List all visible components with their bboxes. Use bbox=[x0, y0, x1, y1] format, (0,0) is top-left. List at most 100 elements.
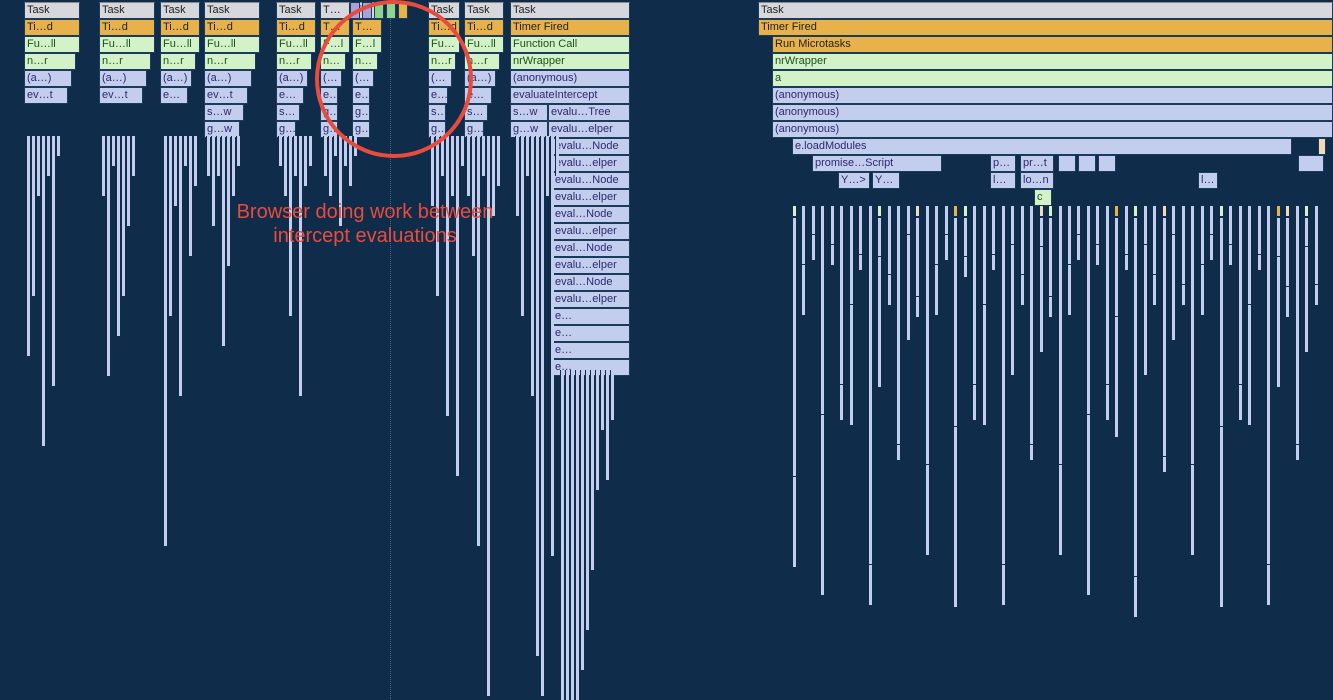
frame[interactable]: evalu…elper bbox=[552, 223, 630, 240]
frame[interactable]: (a…) bbox=[428, 70, 452, 87]
frame[interactable]: e… bbox=[320, 87, 338, 104]
frame[interactable]: evalu…elper bbox=[552, 257, 630, 274]
frame[interactable]: l… bbox=[990, 172, 1016, 189]
frame[interactable]: Ti…d bbox=[99, 19, 155, 36]
frame[interactable]: ev…t bbox=[99, 87, 143, 104]
frame[interactable]: evalu…Node bbox=[552, 138, 630, 155]
frame[interactable]: (a…) bbox=[464, 70, 496, 87]
frame[interactable]: s…w bbox=[464, 104, 488, 121]
frame[interactable]: s…w bbox=[204, 104, 244, 121]
frame[interactable]: Run Microtasks bbox=[772, 36, 1333, 53]
frame[interactable]: Task bbox=[276, 2, 316, 19]
frame[interactable]: e… bbox=[552, 325, 630, 342]
flame-stack-2[interactable]: TaskTi…dFu…lln…r(a…)ev…t bbox=[160, 2, 200, 104]
frame[interactable]: s…w bbox=[510, 104, 548, 121]
frame[interactable]: n… bbox=[320, 53, 346, 70]
frame[interactable]: n…r bbox=[204, 53, 256, 70]
frame[interactable]: (anonymous) bbox=[772, 121, 1333, 138]
frame[interactable]: eval…Node bbox=[552, 240, 630, 257]
flame-stack-8[interactable]: TaskTi…dFu…lln…r(a…)ev…ts…wg…w bbox=[464, 2, 504, 138]
frame[interactable] bbox=[1058, 155, 1076, 172]
frame[interactable]: Y…> bbox=[838, 172, 870, 189]
frame[interactable]: (a…) bbox=[276, 70, 308, 87]
frame[interactable]: (a…) bbox=[24, 70, 72, 87]
frame[interactable] bbox=[1078, 155, 1096, 172]
frame[interactable] bbox=[1098, 155, 1116, 172]
frame[interactable]: Fu…ll bbox=[428, 36, 460, 53]
frame[interactable]: Task bbox=[24, 2, 80, 19]
frame[interactable]: lo…n bbox=[1020, 172, 1054, 189]
frame[interactable]: T… bbox=[320, 19, 350, 36]
frame[interactable]: Ti…d bbox=[204, 19, 260, 36]
frame[interactable]: n…r bbox=[160, 53, 196, 70]
frame[interactable]: ev…t bbox=[276, 87, 304, 104]
frame[interactable]: (… bbox=[352, 70, 374, 87]
frame[interactable]: n…r bbox=[99, 53, 151, 70]
flame-stack-7[interactable]: TaskTi…dFu…lln…r(a…)ev…ts…wg…w bbox=[428, 2, 460, 138]
frame[interactable]: p… bbox=[990, 155, 1016, 172]
frame[interactable]: ev…t bbox=[204, 87, 248, 104]
frame[interactable]: Fu…ll bbox=[276, 36, 316, 53]
frame[interactable]: g… bbox=[352, 104, 370, 121]
frame[interactable]: a bbox=[772, 70, 1333, 87]
frame[interactable]: Fu…ll bbox=[99, 36, 155, 53]
frame[interactable]: evalu…elper bbox=[552, 189, 630, 206]
frame[interactable]: F…l bbox=[320, 36, 350, 53]
frame[interactable]: ev…t bbox=[464, 87, 492, 104]
frame[interactable]: n…r bbox=[276, 53, 312, 70]
frame[interactable]: Fu…ll bbox=[160, 36, 200, 53]
flame-stack-5[interactable]: T…T…F…ln…(…e…g…g… bbox=[320, 2, 350, 138]
frame[interactable] bbox=[1298, 155, 1324, 172]
frame[interactable]: Ti…d bbox=[428, 19, 460, 36]
frame[interactable]: (… bbox=[320, 70, 342, 87]
flame-stack-4[interactable]: TaskTi…dFu…lln…r(a…)ev…ts…wg…w bbox=[276, 2, 316, 138]
frame[interactable]: Fu…ll bbox=[464, 36, 504, 53]
frame[interactable]: eval…Node bbox=[552, 206, 630, 223]
frame[interactable]: c bbox=[1034, 189, 1052, 206]
frame[interactable]: n… bbox=[352, 53, 378, 70]
frame[interactable]: pr…t bbox=[1020, 155, 1054, 172]
frame[interactable]: Task bbox=[204, 2, 260, 19]
flame-stack-3[interactable]: TaskTi…dFu…lln…r(a…)ev…ts…wg…w bbox=[204, 2, 260, 138]
frame[interactable]: evalu…elper bbox=[552, 155, 630, 172]
frame[interactable]: promise…Script bbox=[812, 155, 942, 172]
frame[interactable]: e.loadModules bbox=[792, 138, 1292, 155]
frame[interactable]: Ti…d bbox=[464, 19, 504, 36]
frame[interactable]: e… bbox=[552, 342, 630, 359]
frame[interactable]: (a…) bbox=[99, 70, 147, 87]
frame[interactable]: Fu…ll bbox=[204, 36, 260, 53]
flame-stack-0[interactable]: TaskTi…dFu…lln…r(a…)ev…t bbox=[24, 2, 80, 104]
frame[interactable]: evaluateIntercept bbox=[510, 87, 630, 104]
frame[interactable]: n…r bbox=[24, 53, 76, 70]
frame[interactable]: T… bbox=[320, 2, 350, 19]
frame[interactable]: g… bbox=[320, 104, 338, 121]
frame[interactable]: evalu…elper bbox=[548, 121, 630, 138]
frame[interactable]: ev…t bbox=[160, 87, 188, 104]
frame[interactable]: e… bbox=[552, 308, 630, 325]
frame[interactable]: s…w bbox=[276, 104, 300, 121]
frame[interactable]: Task bbox=[510, 2, 630, 19]
frame[interactable]: Fu…ll bbox=[24, 36, 80, 53]
frame[interactable]: T… bbox=[352, 19, 382, 36]
frame[interactable]: Task bbox=[428, 2, 460, 19]
frame[interactable]: Task bbox=[464, 2, 504, 19]
frame[interactable]: (anonymous) bbox=[510, 70, 630, 87]
frame[interactable]: evalu…Node bbox=[552, 172, 630, 189]
frame[interactable]: e… bbox=[352, 87, 370, 104]
flame-stack-mid[interactable]: TaskTimer FiredFunction CallnrWrapper(an… bbox=[510, 2, 630, 138]
frame[interactable]: evalu…elper bbox=[552, 291, 630, 308]
frame[interactable]: (a…) bbox=[204, 70, 252, 87]
frame[interactable]: Ti…d bbox=[24, 19, 80, 36]
frame[interactable]: nrWrapper bbox=[510, 53, 630, 70]
frame[interactable]: n…r bbox=[428, 53, 456, 70]
frame[interactable]: (a…) bbox=[160, 70, 192, 87]
frame[interactable]: eval…Node bbox=[552, 274, 630, 291]
frame[interactable]: ev…t bbox=[24, 87, 68, 104]
frame[interactable]: nrWrapper bbox=[772, 53, 1333, 70]
frame[interactable]: Ti…d bbox=[276, 19, 316, 36]
frame[interactable]: s…w bbox=[428, 104, 446, 121]
frame[interactable]: (anonymous) bbox=[772, 87, 1333, 104]
frame[interactable]: Task bbox=[160, 2, 200, 19]
flame-stack-6[interactable]: T…T…F…ln…(…e…g…g… bbox=[352, 2, 382, 138]
frame[interactable]: evalu…Tree bbox=[548, 104, 630, 121]
